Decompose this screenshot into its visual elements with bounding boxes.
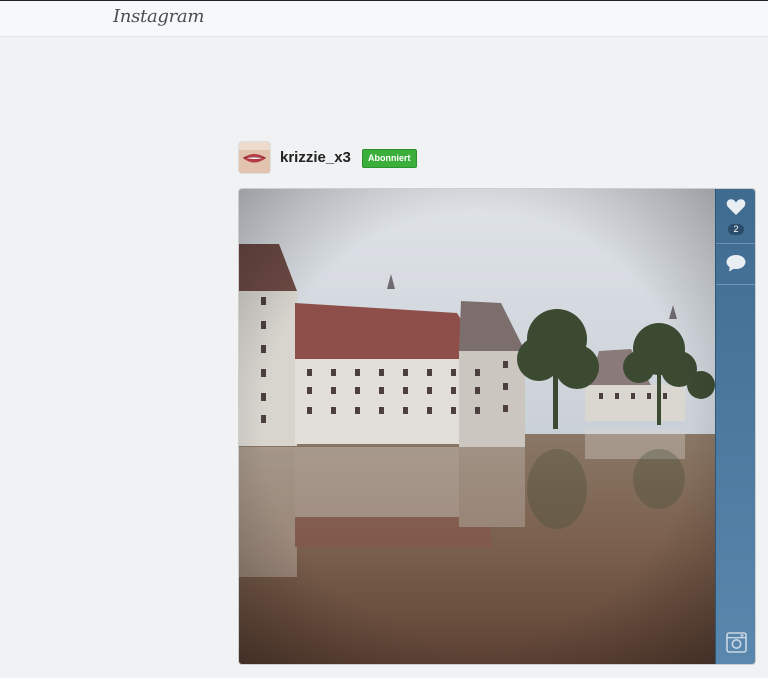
camera-icon[interactable]	[726, 632, 747, 653]
like-section: 2	[716, 189, 755, 244]
window-top-edge	[0, 0, 768, 1]
post-header: krizzie_x3 Abonniert	[239, 142, 539, 173]
comment-section	[716, 244, 755, 285]
comment-icon[interactable]	[726, 254, 746, 272]
username-link[interactable]: krizzie_x3	[280, 149, 351, 166]
heart-icon[interactable]	[726, 198, 746, 216]
post-photo[interactable]	[239, 189, 715, 664]
avatar[interactable]	[239, 142, 270, 173]
post-card: 2	[239, 189, 755, 664]
top-bar: Instagram	[0, 0, 768, 37]
avatar-image	[239, 142, 270, 173]
post-action-sidebar: 2	[715, 189, 755, 664]
like-count[interactable]: 2	[728, 224, 744, 235]
follow-button[interactable]: Abonniert	[362, 149, 417, 168]
instagram-logo[interactable]: Instagram	[113, 6, 204, 27]
